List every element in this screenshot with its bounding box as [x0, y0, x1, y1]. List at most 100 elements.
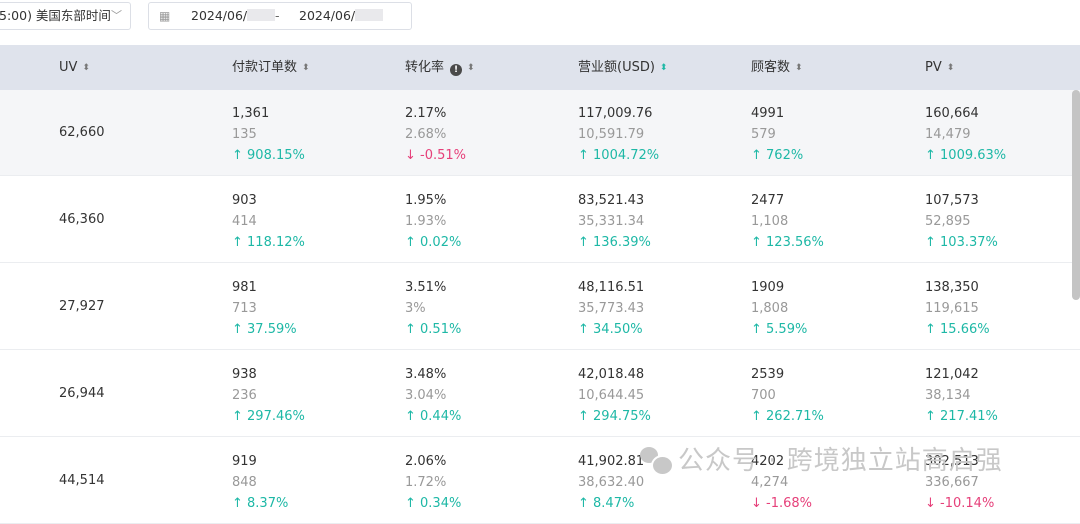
table-row[interactable]: 46,360 903 414 ↑ 118.12% 1.95% 1.93% ↑ 0.02% 83…: [0, 177, 1080, 263]
date-end: 2024/06/: [299, 3, 384, 29]
arrow-up-icon: ↑: [578, 235, 594, 250]
previous-value: 1,808: [751, 301, 789, 316]
previous-value: 10,644.45: [578, 388, 645, 403]
change-value: ↑ 0.51%: [405, 319, 461, 340]
change-value: ↑ 297.46%: [232, 406, 305, 427]
sort-icon[interactable]: ⬍: [467, 63, 475, 73]
previous-value: 236: [232, 388, 257, 403]
current-value: 1.95%: [405, 193, 447, 208]
change-value: ↑ 1009.63%: [925, 145, 1006, 166]
previous-value: 38,134: [925, 388, 971, 403]
current-value: 160,664: [925, 106, 979, 121]
change-percent: 1009.63%: [940, 148, 1007, 163]
watermark-text: 公众号 · 跨境独立站高启强: [678, 446, 1003, 476]
scrollbar[interactable]: [1072, 90, 1080, 300]
change-value: ↓ -0.51%: [405, 145, 466, 166]
arrow-up-icon: ↑: [232, 235, 248, 250]
metric-cell: 938 236 ↑ 297.46%: [232, 364, 305, 427]
metric-cell: 2477 1,108 ↑ 123.56%: [751, 190, 824, 253]
change-percent: 0.51%: [420, 322, 462, 337]
current-value: 41,902.81: [578, 454, 645, 469]
metric-cell: 3.48% 3.04% ↑ 0.44%: [405, 364, 461, 427]
previous-value: 14,479: [925, 127, 971, 142]
watermark: 公众号 · 跨境独立站高启强: [640, 444, 1003, 478]
column-header[interactable]: UV ⬍: [59, 45, 90, 90]
table-row[interactable]: 62,660 1,361 135 ↑ 908.15% 2.17% 2.68% ↓ -0.51…: [0, 90, 1080, 176]
current-value: 83,521.43: [578, 193, 645, 208]
date-separator: -: [275, 8, 280, 23]
sort-icon[interactable]: ⬍: [660, 63, 668, 73]
change-value: ↑ 762%: [751, 145, 803, 166]
sort-icon[interactable]: ⬍: [947, 63, 955, 73]
change-percent: 123.56%: [766, 235, 824, 250]
metric-cell: 42,018.48 10,644.45 ↑ 294.75%: [578, 364, 651, 427]
masked-text: [355, 9, 384, 21]
arrow-up-icon: ↑: [405, 409, 421, 424]
current-value: 903: [232, 193, 257, 208]
arrow-up-icon: ↑: [751, 235, 767, 250]
metric-cell: 41,902.81 38,632.40 ↑ 8.47%: [578, 451, 644, 514]
column-header[interactable]: 营业额(USD) ⬍: [578, 45, 667, 90]
column-header[interactable]: 付款订单数 ⬍: [232, 45, 310, 90]
change-value: ↑ 908.15%: [232, 145, 305, 166]
sort-icon[interactable]: ⬍: [82, 63, 90, 73]
change-percent: 37.59%: [247, 322, 297, 337]
previous-value: 1,108: [751, 214, 789, 229]
current-value: 3.51%: [405, 280, 447, 295]
change-percent: 762%: [766, 148, 804, 163]
arrow-up-icon: ↑: [751, 409, 767, 424]
change-percent: 297.46%: [247, 409, 305, 424]
change-value: ↑ 15.66%: [925, 319, 990, 340]
arrow-up-icon: ↑: [751, 322, 767, 337]
change-value: ↑ 5.59%: [751, 319, 807, 340]
change-value: ↑ 123.56%: [751, 232, 824, 253]
table-header: UV ⬍ 付款订单数 ⬍ 转化率! ⬍ 营业额(USD) ⬍ 顾客数 ⬍ PV ⬍: [0, 45, 1080, 90]
arrow-up-icon: ↑: [232, 409, 248, 424]
current-value: 981: [232, 280, 257, 295]
metric-cell: 903 414 ↑ 118.12%: [232, 190, 305, 253]
metric-cell: 107,573 52,895 ↑ 103.37%: [925, 190, 998, 253]
column-header[interactable]: 转化率! ⬍: [405, 45, 475, 90]
current-value: 2539: [751, 367, 785, 382]
arrow-up-icon: ↑: [578, 409, 594, 424]
column-header[interactable]: PV ⬍: [925, 45, 954, 90]
previous-value: 1.72%: [405, 475, 447, 490]
column-header-label: 付款订单数: [232, 60, 298, 75]
change-percent: 118.12%: [247, 235, 305, 250]
metric-cell: 160,664 14,479 ↑ 1009.63%: [925, 103, 1006, 166]
arrow-up-icon: ↑: [925, 235, 941, 250]
metric-cell: 1.95% 1.93% ↑ 0.02%: [405, 190, 461, 253]
uv-value: 46,360: [59, 212, 105, 227]
previous-value: 135: [232, 127, 257, 142]
calendar-icon: ▦: [159, 9, 171, 23]
date-range-picker[interactable]: ▦ 2024/06/ - 2024/06/: [148, 2, 412, 30]
change-value: ↑ 37.59%: [232, 319, 297, 340]
table-row[interactable]: 26,944 938 236 ↑ 297.46% 3.48% 3.04% ↑ 0.44% 42…: [0, 351, 1080, 437]
current-value: 48,116.51: [578, 280, 645, 295]
sort-icon[interactable]: ⬍: [302, 63, 310, 73]
column-header-label: PV: [925, 60, 942, 75]
change-value: ↑ 0.44%: [405, 406, 461, 427]
sort-icon[interactable]: ⬍: [795, 63, 803, 73]
metric-cell: 919 848 ↑ 8.37%: [232, 451, 288, 514]
uv-value: 44,514: [59, 473, 105, 488]
metric-cell: 121,042 38,134 ↑ 217.41%: [925, 364, 998, 427]
table-row[interactable]: 27,927 981 713 ↑ 37.59% 3.51% 3% ↑ 0.51% 48,116…: [0, 264, 1080, 350]
timezone-select[interactable]: 5:00) 美国东部时间 ﹀: [0, 2, 131, 30]
uv-value: 62,660: [59, 125, 105, 140]
change-value: ↑ 103.37%: [925, 232, 998, 253]
change-percent: 15.66%: [940, 322, 990, 337]
info-icon[interactable]: !: [450, 64, 463, 76]
current-value: 117,009.76: [578, 106, 653, 121]
previous-value: 1.93%: [405, 214, 447, 229]
current-value: 1,361: [232, 106, 270, 121]
previous-value: 700: [751, 388, 776, 403]
change-value: ↑ 0.02%: [405, 232, 461, 253]
arrow-up-icon: ↑: [405, 322, 421, 337]
arrow-up-icon: ↑: [925, 148, 941, 163]
current-value: 3.48%: [405, 367, 447, 382]
current-value: 107,573: [925, 193, 979, 208]
column-header[interactable]: 顾客数 ⬍: [751, 45, 803, 90]
masked-text: [247, 9, 276, 21]
current-value: 1909: [751, 280, 785, 295]
